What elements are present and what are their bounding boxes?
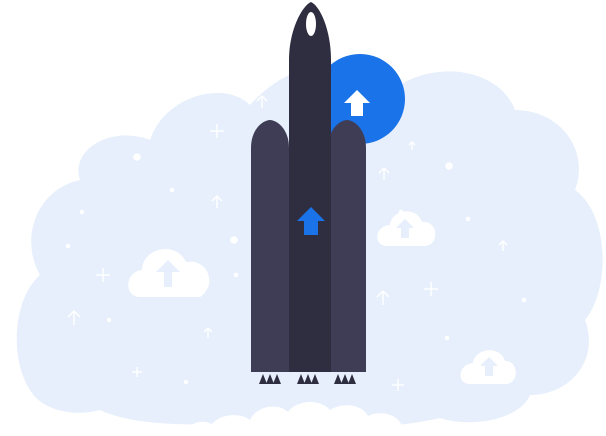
sparkle-dot [183,379,189,385]
sparkle-dot [233,272,239,278]
sparkle-dot [133,153,141,161]
rocket-window [306,12,316,36]
sparkle-dot [106,317,112,323]
left-booster [251,120,289,372]
sparkle-dot [521,297,527,303]
sparkle-dot [65,243,71,249]
rocket-launch-illustration [16,2,603,436]
central-core [289,2,331,372]
sparkle-dot [230,236,238,244]
illustration-scene [0,0,606,436]
sparkle-dot [169,187,175,193]
sparkle-dot [444,335,450,341]
sparkle-dot [79,209,85,215]
right-booster [328,120,366,372]
sparkle-dot [445,162,453,170]
sparkle-dot [465,216,471,222]
